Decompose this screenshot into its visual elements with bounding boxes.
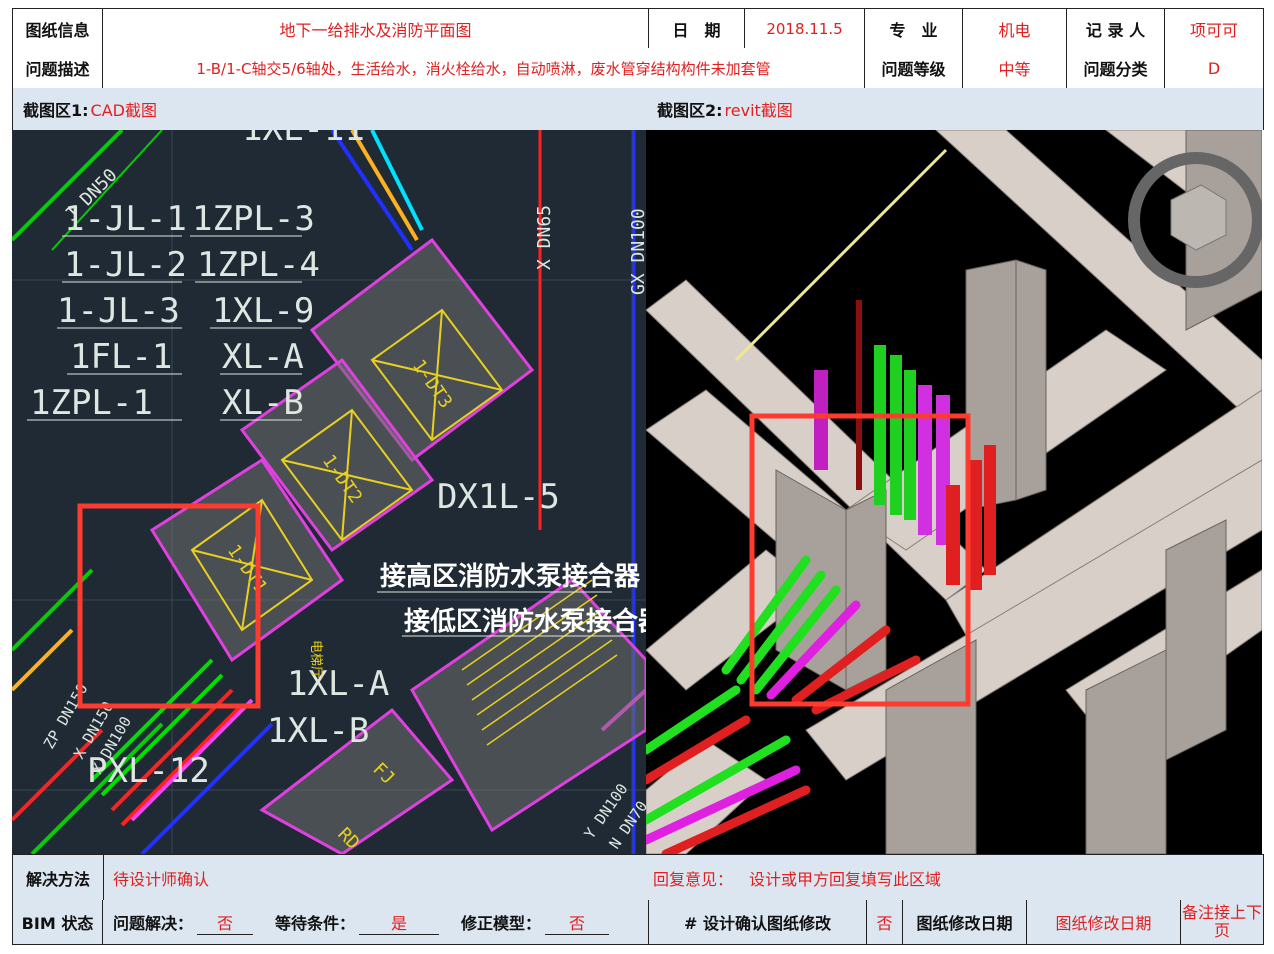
cad-screenshot: 1-JL-1 1-JL-2 1-JL-3 1FL-1 1ZPL-1 1ZPL-3… [12,130,646,854]
cad-xlb-label: 1XL-B [267,711,369,751]
screenshot-left-value: CAD截图 [90,101,157,120]
recorder-label: 记 录 人 [1067,9,1165,49]
reply-label: 回复意见： [653,870,734,889]
problem-row: 问题描述 1-B/1-C轴交5/6轴处，生活给水，消火栓给水，自动喷淋，废水管穿… [12,48,1264,89]
screenshot-left-caption: 截图区1: CAD截图 [13,88,647,130]
screenshot-right-caption: 截图区2: revit截图 [647,88,1263,130]
problem-desc-value: 1-B/1-C轴交5/6轴处，生活给水，消火栓给水，自动喷淋，废水管穿结构构件未… [103,48,865,88]
date-label: 日 期 [649,9,745,49]
solved-label: 问题解决： [113,914,194,933]
cad-label: XL-A [222,337,304,377]
cad-label: 1ZPL-4 [197,245,320,285]
screenshot-right-label: 截图区2: [657,101,723,120]
waiting-value[interactable]: 是 [359,910,440,935]
bim-status-row: BIM 状态 问题解决： 否 等待条件： 是 修正模型： 否 # 设计确认图纸修… [12,900,1264,945]
cad-label: 1-JL-2 [64,245,187,285]
cad-notes: 接高区消防水泵接合器 接低区消防水泵接合器 [380,561,646,637]
bim-status-label: BIM 状态 [13,900,103,944]
drawing-info-value: 地下一给排水及消防平面图 [103,9,649,49]
cad-xla-label: 1XL-A [287,664,389,704]
problem-level-value: 中等 [963,48,1067,88]
cad-label: XL-B [222,383,304,423]
method-value[interactable]: 待设计师确认 [113,855,209,901]
resolution-row: 解决方法 待设计师确认 回复意见： 设计或甲方回复填写此区域 [12,854,1264,902]
mod-date-label: 图纸修改日期 [903,900,1027,944]
cad-label: 1FL-1 [70,337,172,377]
design-confirm-value[interactable]: 否 [867,900,903,944]
revit-screenshot [646,130,1262,854]
specialty-value: 机电 [963,9,1067,49]
cad-label: 1XL-9 [212,291,314,331]
cad-label: 1-JL-3 [57,291,180,331]
problem-category-value: D [1207,58,1221,78]
problem-category-label: 问题分类 [1067,48,1165,88]
header-row: 图纸信息 地下一给排水及消防平面图 日 期 2018.11.5 专 业 机电 记… [12,8,1264,50]
design-confirm-label: # 设计确认图纸修改 [649,900,867,944]
problem-desc-label: 问题描述 [13,48,103,88]
model-label: 修正模型： [461,914,542,933]
cad-dx1l-label: DX1L-5 [437,477,560,517]
problem-level-label: 问题等级 [865,48,963,88]
waiting-label: 等待条件： [275,914,356,933]
method-label: 解决方法 [13,855,104,901]
cad-note-high: 接高区消防水泵接合器 [380,561,641,592]
screenshot-right-value: revit截图 [724,101,793,120]
cad-pipe-dn65-label: X DN65 [534,205,555,270]
cad-label: 1ZPL-1 [30,383,153,423]
model-value[interactable]: 否 [545,910,610,935]
screenshot-caption-row: 截图区1: CAD截图 截图区2: revit截图 [12,88,1264,130]
revit-model [646,130,1262,854]
screenshot-panels: 1-JL-1 1-JL-2 1-JL-3 1FL-1 1ZPL-1 1ZPL-3… [12,130,1262,854]
reply-value[interactable]: 设计或甲方回复填写此区域 [749,855,941,901]
revit-yellow-line [734,148,948,362]
cad-pipe-dn100-label: GX DN100 [628,208,646,295]
screenshot-left-label: 截图区1: [23,101,89,120]
bim-status-fields: 问题解决： 否 等待条件： 是 修正模型： 否 [103,900,649,944]
mod-date-value[interactable]: 图纸修改日期 [1027,900,1181,944]
date-value: 2018.11.5 [745,9,865,49]
problem-report-sheet: 图纸信息 地下一给排水及消防平面图 日 期 2018.11.5 专 业 机电 记… [0,0,1274,954]
drawing-info-label: 图纸信息 [13,9,103,49]
cad-drawing: 1-JL-1 1-JL-2 1-JL-3 1FL-1 1ZPL-1 1ZPL-3… [12,130,646,854]
specialty-label: 专 业 [865,9,963,49]
cad-top-label: 1XL-11 [242,130,365,149]
cad-lift-note: 电梯厅 [308,640,323,679]
cad-note-low: 接低区消防水泵接合器 [404,606,646,637]
cad-label: 1ZPL-3 [192,199,315,239]
recorder-value: 项可可 [1189,21,1238,40]
cad-walls [149,237,646,854]
solved-value[interactable]: 否 [197,910,254,935]
remark-value: 备注接上下页 [1181,903,1262,940]
